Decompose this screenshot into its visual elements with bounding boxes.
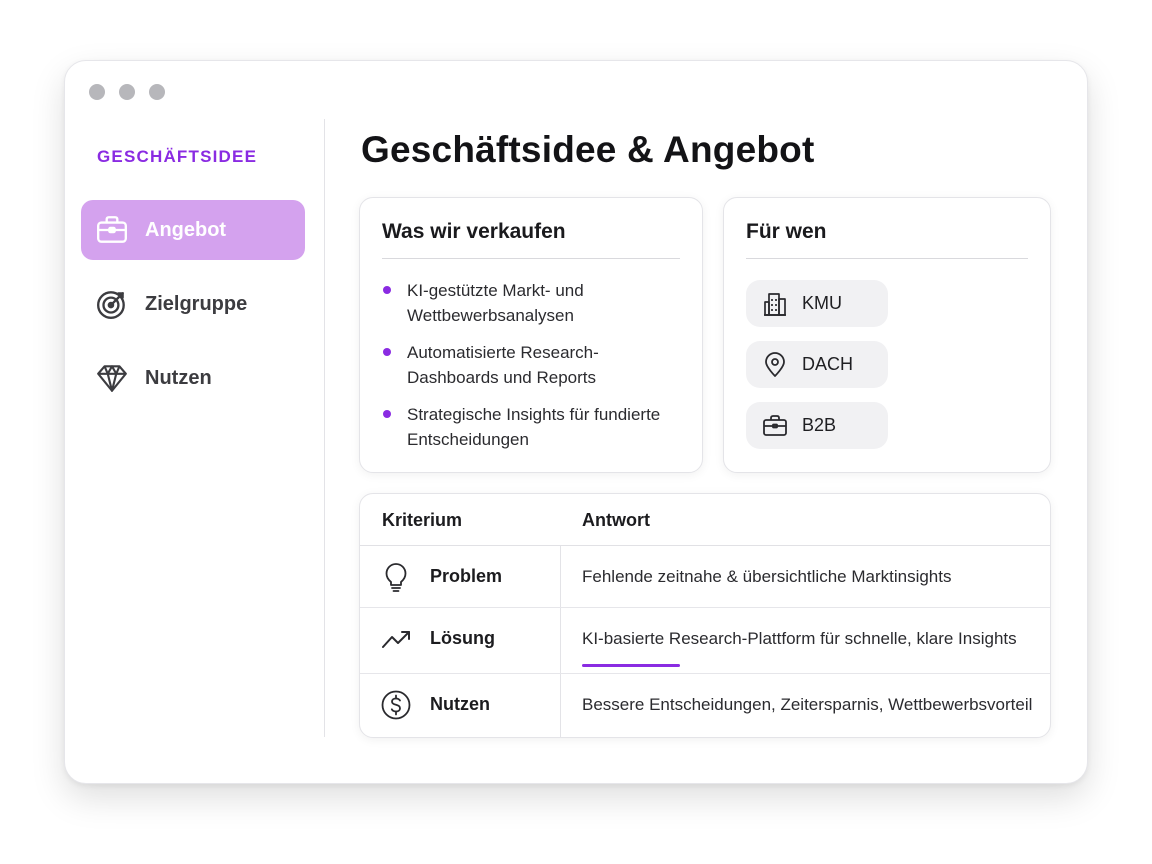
row-label: Lösung — [430, 628, 495, 648]
chip-dach[interactable]: DACH — [746, 341, 888, 388]
card-divider — [382, 258, 680, 259]
offer-card: Was wir verkaufen KI-gestützte Markt- un… — [359, 197, 703, 473]
lightbulb-icon — [385, 563, 407, 592]
list-item: KI-gestützte Markt- und Wettbewerbsanaly… — [382, 278, 682, 328]
list-item: Strategische Insights für fundierte Ents… — [382, 402, 682, 452]
row-label: Problem — [430, 566, 503, 586]
chip-label: DACH — [802, 354, 854, 374]
row-value: Fehlende zeitnahe & übersichtliche Markt… — [582, 567, 952, 586]
table-header: Kriterium Antwort — [360, 494, 1050, 546]
card-divider — [746, 258, 1028, 259]
app-window: GESCHÄFTSIDEE Angebot Zielgruppe Nutzen … — [64, 60, 1088, 784]
column-header-antwort: Antwort — [582, 510, 650, 530]
sidebar-item-nutzen[interactable]: Nutzen — [81, 348, 305, 408]
sidebar-divider — [324, 119, 325, 737]
building-icon — [764, 292, 786, 316]
audience-card-title: Für wen — [746, 220, 827, 243]
sidebar-brand: GESCHÄFTSIDEE — [97, 147, 258, 166]
chip-label: B2B — [802, 415, 837, 435]
row-value: KI-basierte Research-Plattform für schne… — [582, 629, 1017, 648]
sidebar-item-label: Zielgruppe — [145, 292, 248, 315]
column-header-kriterium: Kriterium — [382, 510, 463, 530]
criteria-table: Kriterium Antwort Problem Fehlende zeitn… — [359, 493, 1051, 738]
chip-kmu[interactable]: KMU — [746, 280, 888, 327]
offer-list: KI-gestützte Markt- und Wettbewerbsanaly… — [382, 278, 682, 464]
row-value: Bessere Entscheidungen, Zeitersparnis, W… — [582, 695, 1033, 714]
briefcase-icon — [97, 216, 127, 243]
page-title: Geschäftsidee & Angebot — [361, 129, 815, 170]
offer-card-title: Was wir verkaufen — [382, 220, 566, 243]
chip-b2b[interactable]: B2B — [746, 402, 888, 449]
target-icon — [97, 291, 125, 319]
chip-label: KMU — [802, 293, 842, 313]
sidebar: GESCHÄFTSIDEE Angebot Zielgruppe Nutzen — [65, 61, 325, 783]
row-label: Nutzen — [430, 694, 490, 714]
trend-up-icon — [382, 631, 410, 648]
table-row: Problem Fehlende zeitnahe & übersichtlic… — [360, 546, 1050, 608]
sidebar-item-label: Angebot — [145, 218, 227, 241]
table-row: Lösung KI-basierte Research-Plattform fü… — [360, 608, 1050, 674]
sidebar-item-label: Nutzen — [145, 366, 212, 389]
list-item: Automatisierte Research-Dashboards und R… — [382, 340, 682, 390]
diamond-icon — [97, 365, 127, 392]
location-pin-icon — [765, 351, 785, 377]
sidebar-item-zielgruppe[interactable]: Zielgruppe — [81, 274, 305, 334]
active-underline — [582, 664, 680, 667]
dollar-icon — [381, 690, 411, 720]
audience-card: Für wen KMU DACH B2B — [723, 197, 1051, 473]
table-row: Nutzen Bessere Entscheidungen, Zeiterspa… — [360, 674, 1050, 737]
sidebar-item-angebot[interactable]: Angebot — [81, 200, 305, 260]
briefcase-icon — [763, 414, 787, 436]
